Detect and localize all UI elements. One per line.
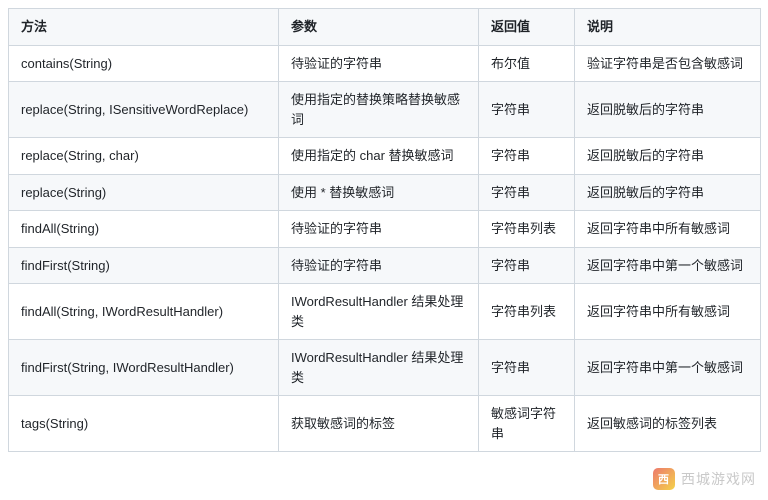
table-header: 方法 参数 返回值 说明 xyxy=(9,9,761,46)
cell-return: 字符串列表 xyxy=(479,211,575,248)
cell-return: 字符串 xyxy=(479,138,575,175)
cell-desc: 返回脱敏后的字符串 xyxy=(575,82,761,138)
cell-param: IWordResultHandler 结果处理类 xyxy=(279,340,479,396)
col-return: 返回值 xyxy=(479,9,575,46)
col-desc: 说明 xyxy=(575,9,761,46)
watermark-text: 西城游戏网 xyxy=(681,469,756,489)
cell-desc: 返回脱敏后的字符串 xyxy=(575,138,761,175)
cell-desc: 返回字符串中所有敏感词 xyxy=(575,211,761,248)
cell-param: IWordResultHandler 结果处理类 xyxy=(279,284,479,340)
table-row: findFirst(String, IWordResultHandler) IW… xyxy=(9,340,761,396)
cell-return: 字符串 xyxy=(479,340,575,396)
cell-desc: 验证字符串是否包含敏感词 xyxy=(575,45,761,82)
cell-method: replace(String, ISensitiveWordReplace) xyxy=(9,82,279,138)
cell-return: 字符串 xyxy=(479,82,575,138)
cell-param: 使用 * 替换敏感词 xyxy=(279,174,479,211)
cell-desc: 返回字符串中所有敏感词 xyxy=(575,284,761,340)
api-table: 方法 参数 返回值 说明 contains(String) 待验证的字符串 布尔… xyxy=(8,8,761,452)
api-table-container: 方法 参数 返回值 说明 contains(String) 待验证的字符串 布尔… xyxy=(0,0,768,460)
table-row: findAll(String, IWordResultHandler) IWor… xyxy=(9,284,761,340)
table-body: contains(String) 待验证的字符串 布尔值 验证字符串是否包含敏感… xyxy=(9,45,761,452)
cell-desc: 返回敏感词的标签列表 xyxy=(575,396,761,452)
cell-desc: 返回脱敏后的字符串 xyxy=(575,174,761,211)
watermark-badge-icon: 西 xyxy=(653,468,675,490)
cell-method: findFirst(String) xyxy=(9,247,279,284)
cell-param: 待验证的字符串 xyxy=(279,247,479,284)
cell-desc: 返回字符串中第一个敏感词 xyxy=(575,340,761,396)
cell-return: 布尔值 xyxy=(479,45,575,82)
cell-param: 待验证的字符串 xyxy=(279,211,479,248)
cell-return: 字符串列表 xyxy=(479,284,575,340)
cell-param: 使用指定的替换策略替换敏感词 xyxy=(279,82,479,138)
table-row: replace(String, char) 使用指定的 char 替换敏感词 字… xyxy=(9,138,761,175)
col-param: 参数 xyxy=(279,9,479,46)
cell-param: 待验证的字符串 xyxy=(279,45,479,82)
cell-method: findAll(String, IWordResultHandler) xyxy=(9,284,279,340)
table-row: findFirst(String) 待验证的字符串 字符串 返回字符串中第一个敏… xyxy=(9,247,761,284)
cell-return: 字符串 xyxy=(479,174,575,211)
cell-method: replace(String) xyxy=(9,174,279,211)
cell-param: 使用指定的 char 替换敏感词 xyxy=(279,138,479,175)
cell-method: findAll(String) xyxy=(9,211,279,248)
cell-return: 字符串 xyxy=(479,247,575,284)
cell-param: 获取敏感词的标签 xyxy=(279,396,479,452)
col-method: 方法 xyxy=(9,9,279,46)
cell-method: replace(String, char) xyxy=(9,138,279,175)
cell-method: tags(String) xyxy=(9,396,279,452)
table-row: replace(String) 使用 * 替换敏感词 字符串 返回脱敏后的字符串 xyxy=(9,174,761,211)
cell-method: findFirst(String, IWordResultHandler) xyxy=(9,340,279,396)
watermark: 西 西城游戏网 xyxy=(653,468,756,490)
table-row: contains(String) 待验证的字符串 布尔值 验证字符串是否包含敏感… xyxy=(9,45,761,82)
table-row: replace(String, ISensitiveWordReplace) 使… xyxy=(9,82,761,138)
table-row: tags(String) 获取敏感词的标签 敏感词字符串 返回敏感词的标签列表 xyxy=(9,396,761,452)
cell-return: 敏感词字符串 xyxy=(479,396,575,452)
table-row: findAll(String) 待验证的字符串 字符串列表 返回字符串中所有敏感… xyxy=(9,211,761,248)
cell-method: contains(String) xyxy=(9,45,279,82)
cell-desc: 返回字符串中第一个敏感词 xyxy=(575,247,761,284)
